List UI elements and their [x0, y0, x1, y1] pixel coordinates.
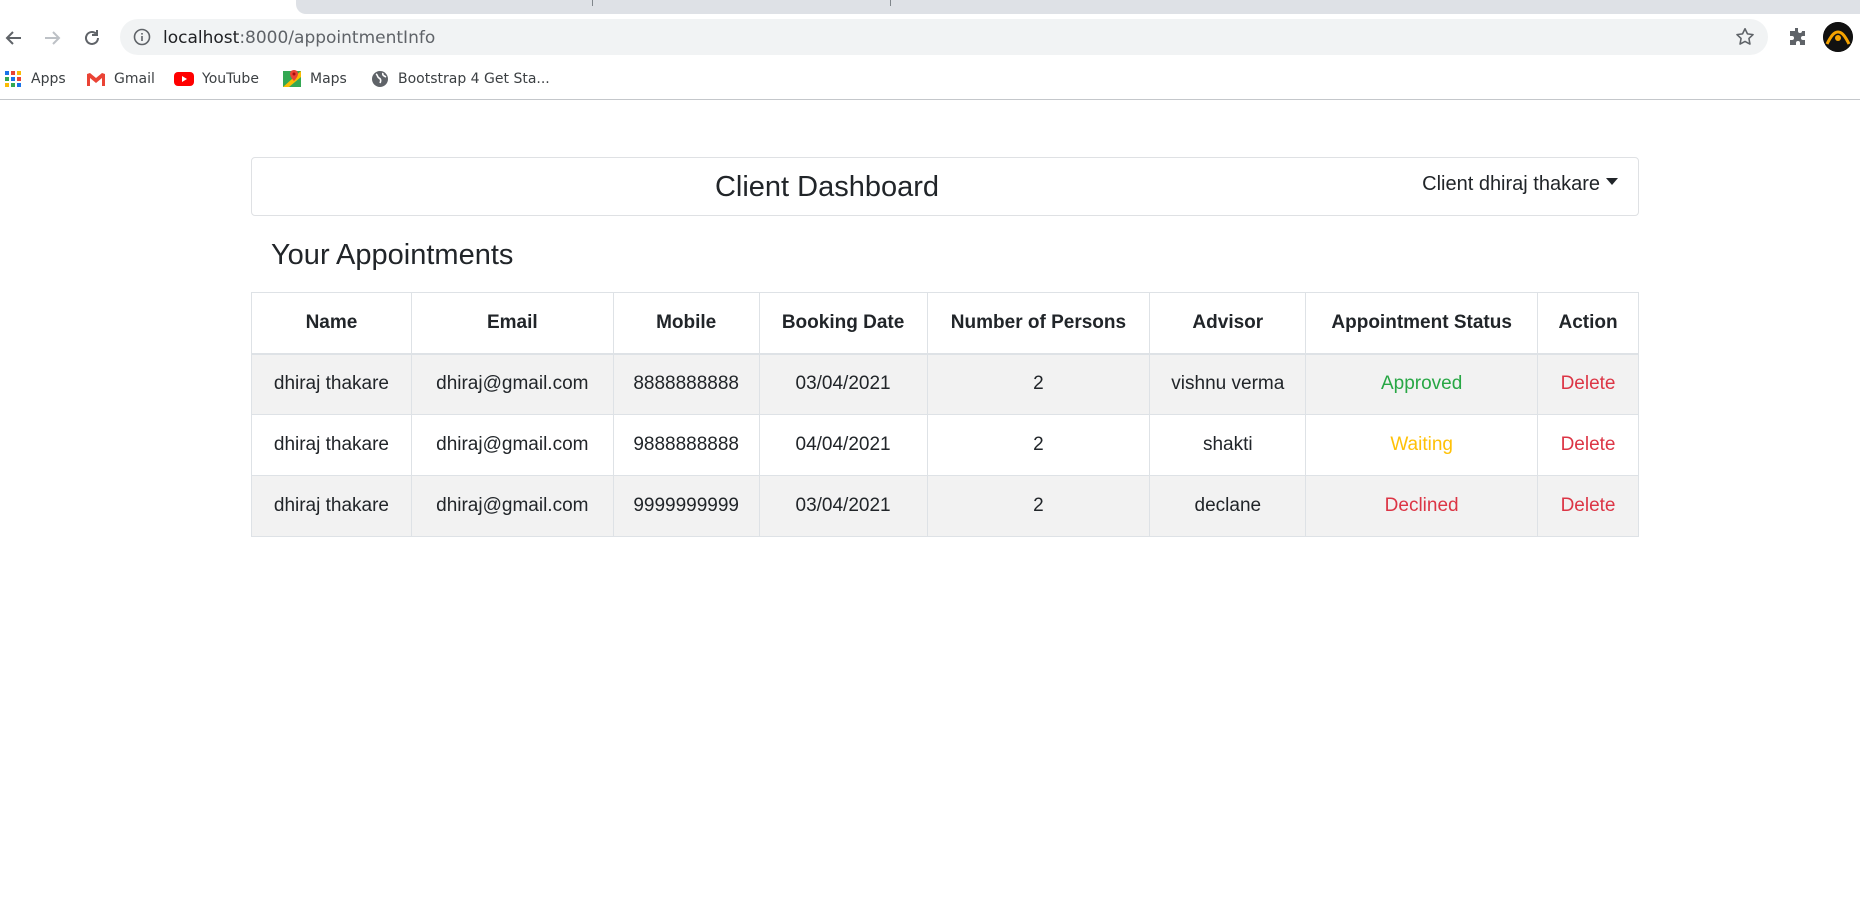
- url-path: :8000/appointmentInfo: [239, 28, 436, 48]
- column-header-appointment-status: Appointment Status: [1305, 292, 1539, 355]
- cell-number-of-persons: 2: [926, 353, 1151, 415]
- tab-separator: [592, 0, 593, 6]
- bookmark-maps[interactable]: Maps: [282, 67, 347, 91]
- user-menu-dropdown[interactable]: Client dhiraj thakare: [1422, 170, 1618, 198]
- address-bar[interactable]: localhost:8000/appointmentInfo: [120, 19, 1768, 55]
- bookmarks-bar: Apps Gmail YouTube Maps Bootstrap 4 Get …: [0, 60, 1860, 100]
- section-title: Your Appointments: [271, 239, 514, 271]
- bookmark-gmail[interactable]: Gmail: [86, 67, 155, 91]
- status-badge: Approved: [1305, 353, 1539, 415]
- forward-arrow-icon: [45, 31, 61, 45]
- cell-email: dhiraj@gmail.com: [410, 353, 614, 415]
- cell-mobile: 9888888888: [612, 414, 760, 476]
- bookmark-bootstrap[interactable]: Bootstrap 4 Get Sta...: [370, 67, 550, 91]
- bookmark-label: Apps: [31, 71, 66, 87]
- gmail-icon: [86, 69, 106, 89]
- table-header-row: Name Email Mobile Booking Date Number of…: [251, 292, 1639, 355]
- back-arrow-icon: [5, 31, 21, 45]
- bookmark-apps[interactable]: Apps: [3, 67, 66, 91]
- cell-mobile: 9999999999: [612, 475, 760, 537]
- url-text: localhost:8000/appointmentInfo: [163, 28, 435, 48]
- cell-name: dhiraj thakare: [251, 475, 412, 537]
- browser-toolbar: localhost:8000/appointmentInfo: [0, 14, 1860, 60]
- column-header-mobile: Mobile: [612, 292, 760, 355]
- maps-icon: [282, 69, 302, 89]
- status-badge: Declined: [1305, 475, 1539, 537]
- profile-avatar-icon: [1823, 22, 1853, 52]
- apps-grid-icon: [3, 69, 23, 89]
- delete-button[interactable]: Delete: [1537, 414, 1639, 476]
- profile-avatar[interactable]: [1823, 22, 1853, 52]
- column-header-number-of-persons: Number of Persons: [926, 292, 1151, 355]
- bookmark-youtube[interactable]: YouTube: [174, 67, 259, 91]
- caret-down-icon: [1606, 178, 1618, 185]
- bookmark-label: YouTube: [202, 71, 259, 87]
- bookmark-star-icon[interactable]: [1734, 26, 1756, 48]
- forward-button[interactable]: [38, 24, 66, 52]
- table-row: dhiraj thakare dhiraj@gmail.com 88888888…: [251, 353, 1639, 415]
- cell-email: dhiraj@gmail.com: [410, 475, 614, 537]
- bookmark-label: Maps: [310, 71, 347, 87]
- url-host: localhost: [163, 28, 240, 48]
- cell-email: dhiraj@gmail.com: [410, 414, 614, 476]
- cell-name: dhiraj thakare: [251, 414, 412, 476]
- appointments-table: Name Email Mobile Booking Date Number of…: [251, 292, 1639, 537]
- cell-booking-date: 03/04/2021: [758, 353, 928, 415]
- cell-name: dhiraj thakare: [251, 353, 412, 415]
- delete-button[interactable]: Delete: [1537, 475, 1639, 537]
- cell-advisor: shakti: [1149, 414, 1307, 476]
- column-header-action: Action: [1537, 292, 1639, 355]
- dashboard-navbar: Client Dashboard Client dhiraj thakare: [251, 157, 1639, 216]
- cell-mobile: 8888888888: [612, 353, 760, 415]
- column-header-email: Email: [410, 292, 614, 355]
- cell-number-of-persons: 2: [926, 475, 1151, 537]
- table-row: dhiraj thakare dhiraj@gmail.com 98888888…: [251, 414, 1639, 476]
- column-header-advisor: Advisor: [1149, 292, 1307, 355]
- reload-button[interactable]: [78, 24, 106, 52]
- tab-strip-background: [296, 0, 1860, 14]
- tab-separator: [890, 0, 891, 6]
- back-button[interactable]: [0, 24, 28, 52]
- column-header-name: Name: [251, 292, 412, 355]
- cell-advisor: vishnu verma: [1149, 353, 1307, 415]
- cell-number-of-persons: 2: [926, 414, 1151, 476]
- tab-strip: [0, 0, 1860, 14]
- cell-booking-date: 03/04/2021: [758, 475, 928, 537]
- cell-booking-date: 04/04/2021: [758, 414, 928, 476]
- site-info-icon[interactable]: [132, 27, 152, 47]
- cell-advisor: declane: [1149, 475, 1307, 537]
- globe-icon: [370, 69, 390, 89]
- status-badge: Waiting: [1305, 414, 1539, 476]
- youtube-icon: [174, 69, 194, 89]
- user-menu-label: Client dhiraj thakare: [1422, 173, 1600, 195]
- bookmark-label: Gmail: [114, 71, 155, 87]
- page-title[interactable]: Client Dashboard: [252, 158, 1402, 216]
- delete-button[interactable]: Delete: [1537, 353, 1639, 415]
- reload-icon: [85, 30, 99, 45]
- column-header-booking-date: Booking Date: [758, 292, 928, 355]
- extensions-puzzle-icon[interactable]: [1785, 25, 1809, 49]
- bookmark-label: Bootstrap 4 Get Sta...: [398, 71, 550, 87]
- table-row: dhiraj thakare dhiraj@gmail.com 99999999…: [251, 475, 1639, 537]
